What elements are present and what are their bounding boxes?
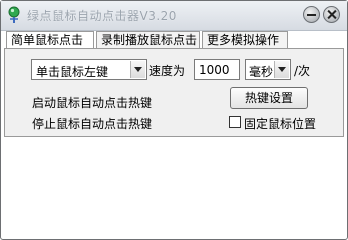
hotkey-settings-button[interactable]: 热键设置 (230, 87, 308, 109)
tab-record-playback[interactable]: 录制播放鼠标点击 (96, 31, 200, 48)
close-icon[interactable] (323, 6, 340, 23)
stop-hotkey-label: 停止鼠标自动点击热键 (32, 117, 153, 131)
tab-more-operations[interactable]: 更多模拟操作 (202, 31, 288, 48)
unit-select[interactable]: 毫秒 (245, 59, 291, 80)
fix-position-checkbox[interactable] (229, 116, 241, 128)
unit-value: 毫秒 (249, 65, 274, 79)
click-mode-select[interactable]: 单击鼠标左键 (31, 59, 147, 80)
chevron-down-icon[interactable] (274, 61, 289, 78)
click-mode-value: 单击鼠标左键 (36, 65, 109, 79)
chevron-down-icon[interactable] (130, 61, 145, 78)
simple-click-panel: 单击鼠标左键 速度为 1000 毫秒 /次 启动鼠标自动点击热键 停止鼠标自动点… (4, 48, 344, 137)
title-bar[interactable]: 绿点鼠标自动点击器V3.20 (1, 1, 347, 31)
app-window: 绿点鼠标自动点击器V3.20 简单鼠标点击 录制播放鼠标点击 更多模拟操作 单击… (0, 0, 348, 240)
speed-input[interactable]: 1000 (194, 59, 240, 80)
empty-content-area (4, 138, 344, 236)
minimize-icon[interactable] (303, 6, 320, 23)
tab-bar: 简单鼠标点击 录制播放鼠标点击 更多模拟操作 (4, 31, 344, 50)
per-time-label: /次 (294, 64, 311, 78)
fix-position-label[interactable]: 固定鼠标位置 (244, 115, 316, 132)
green-pin-icon (8, 6, 20, 23)
speed-label: 速度为 (149, 64, 186, 78)
window-title: 绿点鼠标自动点击器V3.20 (27, 9, 177, 23)
start-hotkey-label: 启动鼠标自动点击热键 (32, 96, 153, 110)
